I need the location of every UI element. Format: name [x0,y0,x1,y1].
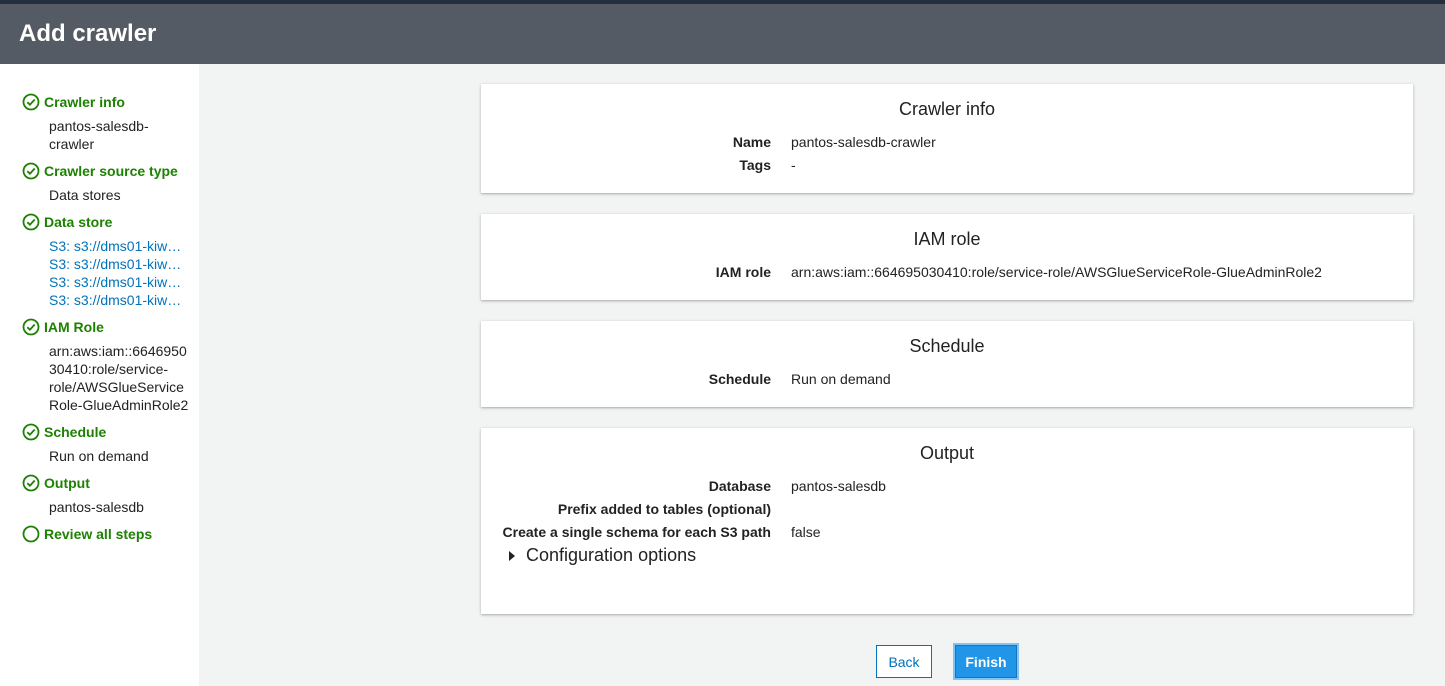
detail-value: Run on demand [791,371,891,387]
step-summary-line: Data stores [49,187,121,203]
detail-label: Database [708,478,771,494]
detail-value: false [791,524,821,540]
check-circle-icon [22,213,40,231]
step-crawler-source-type[interactable]: Crawler source type Data stores [22,162,178,204]
step-data-store[interactable]: Data store S3: s3://dms01-kiw… S3: s3://… [22,213,188,309]
step-summary: pantos-salesdb- crawler [49,117,149,153]
page-header: Add crawler [0,4,1445,64]
step-summary-line: crawler [49,136,95,152]
step-title: Schedule [44,424,107,440]
wizard-steps-sidebar: Crawler info pantos-salesdb- crawler Cra… [0,64,199,686]
detail-value: pantos-salesdb [791,478,886,494]
check-circle-icon [22,423,40,441]
detail-value: pantos-salesdb-crawler [791,134,936,150]
step-summary: pantos-salesdb [49,498,144,516]
iam-role-card: IAM role IAM role arn:aws:iam::664695030… [481,214,1413,300]
detail-label: IAM role [715,264,771,280]
detail-row: IAM role arn:aws:iam::664695030410:role/… [481,263,1413,281]
card-title: Output [919,443,975,463]
data-store-links: S3: s3://dms01-kiw… S3: s3://dms01-kiw… … [49,237,188,309]
step-title: Data store [44,214,113,230]
check-circle-icon [22,318,40,336]
step-title: Review all steps [44,526,153,542]
step-summary-line: Run on demand [49,448,149,464]
configuration-options-label: Configuration options [526,545,697,565]
detail-row: Create a single schema for each S3 path … [481,523,1413,541]
data-store-link[interactable]: S3: s3://dms01-kiw… [49,291,188,309]
detail-row: Schedule Run on demand [481,370,1413,388]
step-summary: Run on demand [49,447,149,465]
step-summary: arn:aws:iam::6646950 30410:role/service-… [49,342,188,414]
step-title: Output [44,475,90,491]
card-title: IAM role [913,229,981,249]
step-review-all-steps[interactable]: Review all steps [22,525,152,543]
card-title: Schedule [909,336,985,356]
step-title: Crawler info [44,94,125,110]
step-crawler-info[interactable]: Crawler info pantos-salesdb- crawler [22,93,149,153]
step-summary-line: 30410:role/service- [49,361,169,377]
step-summary: Data stores [49,186,178,204]
step-output[interactable]: Output pantos-salesdb [22,474,144,516]
card-title: Crawler info [898,99,996,119]
step-summary-line: Role-GlueAdminRole2 [49,397,189,413]
data-store-link[interactable]: S3: s3://dms01-kiw… [49,255,188,273]
page-title: Add crawler [19,20,157,47]
detail-row: Name pantos-salesdb-crawler [481,133,1413,151]
step-summary-line: role/AWSGlueService [49,379,184,395]
detail-label: Prefix added to tables (optional) [557,501,771,517]
step-summary-line: pantos-salesdb [49,499,144,515]
detail-label: Name [732,134,771,150]
step-schedule[interactable]: Schedule Run on demand [22,423,149,465]
data-store-link[interactable]: S3: s3://dms01-kiw… [49,237,188,255]
step-title: Crawler source type [44,163,178,179]
back-button[interactable]: Back [876,645,932,678]
configuration-options-toggle[interactable]: Configuration options [509,545,696,566]
step-title: IAM Role [44,319,104,335]
detail-label: Tags [739,157,771,173]
detail-value: arn:aws:iam::664695030410:role/service-r… [791,264,1322,280]
detail-row: Prefix added to tables (optional) [481,500,1413,518]
detail-value: - [791,157,796,173]
step-summary-line: pantos-salesdb- [49,118,149,134]
empty-circle-icon [22,525,40,543]
detail-label: Schedule [708,371,771,387]
check-circle-icon [22,474,40,492]
step-summary-line: arn:aws:iam::6646950 [49,343,187,359]
detail-label: Create a single schema for each S3 path [502,524,771,540]
check-circle-icon [22,93,40,111]
finish-button[interactable]: Finish [955,645,1017,678]
output-card: Output Database pantos-salesdb Prefix ad… [481,428,1413,614]
check-circle-icon [22,162,40,180]
detail-row: Tags - [481,156,1413,174]
step-iam-role[interactable]: IAM Role arn:aws:iam::6646950 30410:role… [22,318,188,414]
data-store-link[interactable]: S3: s3://dms01-kiw… [49,273,188,291]
schedule-card: Schedule Schedule Run on demand [481,321,1413,407]
crawler-info-card: Crawler info Name pantos-salesdb-crawler… [481,84,1413,193]
caret-right-icon [509,550,515,561]
detail-row: Database pantos-salesdb [481,477,1413,495]
review-content: Crawler info Name pantos-salesdb-crawler… [199,64,1445,686]
